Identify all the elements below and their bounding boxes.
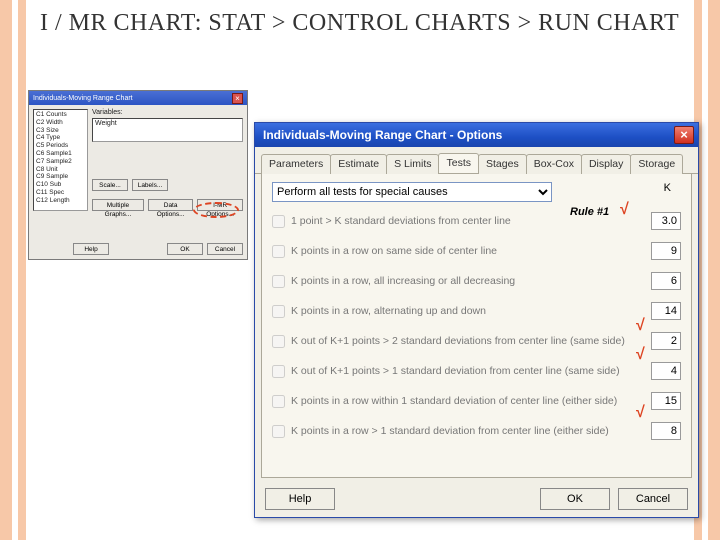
list-item[interactable]: C12 Length <box>36 197 85 205</box>
imr-main-dialog: Individuals-Moving Range Chart × C1 Coun… <box>28 90 248 260</box>
tab-estimate[interactable]: Estimate <box>330 154 387 174</box>
labels-button[interactable]: Labels... <box>132 179 168 191</box>
k-value-input[interactable] <box>651 302 681 320</box>
k-value-input[interactable] <box>651 362 681 380</box>
test-row: K points in a row, alternating up and do… <box>272 302 681 320</box>
decor-stripe <box>0 0 12 540</box>
k-value-input[interactable] <box>651 272 681 290</box>
tab-display[interactable]: Display <box>581 154 631 174</box>
variable-listbox[interactable]: C1 CountsC2 WidthC3 SizeC4 TypeC5 Period… <box>33 109 88 211</box>
test-checkbox[interactable] <box>272 215 285 228</box>
help-button[interactable]: Help <box>265 488 335 510</box>
list-item[interactable]: C6 Sample1 <box>36 150 85 158</box>
k-value-input[interactable] <box>651 392 681 410</box>
test-row: K points in a row, all increasing or all… <box>272 272 681 290</box>
list-item[interactable]: C9 Sample <box>36 173 85 181</box>
k-value-input[interactable] <box>651 332 681 350</box>
tab-parameters[interactable]: Parameters <box>261 154 331 174</box>
close-icon[interactable]: × <box>232 93 243 104</box>
dialog-title: Individuals-Moving Range Chart <box>33 95 133 102</box>
dialog-titlebar: Individuals-Moving Range Chart - Options… <box>255 123 698 147</box>
imr-options-dialog: Individuals-Moving Range Chart - Options… <box>254 122 699 518</box>
multiple-graphs-button[interactable]: Multiple Graphs... <box>92 199 144 211</box>
help-button[interactable]: Help <box>73 243 109 255</box>
list-item[interactable]: C8 Unit <box>36 166 85 174</box>
k-value-input[interactable] <box>651 422 681 440</box>
test-label: K out of K+1 points > 1 standard deviati… <box>291 365 645 377</box>
close-icon[interactable]: × <box>674 126 694 144</box>
check-icon: √ <box>636 346 645 364</box>
cancel-button[interactable]: Cancel <box>207 243 243 255</box>
list-item[interactable]: C10 Sub <box>36 181 85 189</box>
tab-tests[interactable]: Tests <box>438 153 479 173</box>
slide-title: I / MR CHART: STAT > CONTROL CHARTS > RU… <box>40 8 680 38</box>
test-row: K points in a row on same side of center… <box>272 242 681 260</box>
list-item[interactable]: C1 Counts <box>36 111 85 119</box>
list-item[interactable]: C11 Spec <box>36 189 85 197</box>
list-item[interactable]: C4 Type <box>36 134 85 142</box>
ok-button[interactable]: OK <box>540 488 610 510</box>
test-row: K points in a row > 1 standard deviation… <box>272 422 681 440</box>
check-icon: √ <box>636 404 645 422</box>
decor-stripe <box>708 0 720 540</box>
ok-button[interactable]: OK <box>167 243 203 255</box>
test-checkbox[interactable] <box>272 245 285 258</box>
list-item[interactable]: C3 Size <box>36 127 85 135</box>
test-label: K points in a row, alternating up and do… <box>291 305 645 317</box>
test-mode-select[interactable]: Perform all tests for special causes <box>272 182 552 202</box>
check-icon: √ <box>636 317 645 335</box>
test-checkbox[interactable] <box>272 335 285 348</box>
test-row: K out of K+1 points > 2 standard deviati… <box>272 332 681 350</box>
list-item[interactable]: C7 Sample2 <box>36 158 85 166</box>
list-item[interactable]: C5 Periods <box>36 142 85 150</box>
test-label: K out of K+1 points > 2 standard deviati… <box>291 335 645 347</box>
annotation-rule1: Rule #1 <box>570 206 609 218</box>
tab-box-cox[interactable]: Box-Cox <box>526 154 582 174</box>
decor-stripe <box>18 0 26 540</box>
tab-stages[interactable]: Stages <box>478 154 527 174</box>
k-column-header: K <box>664 182 671 194</box>
variables-label: Variables: <box>92 109 243 116</box>
test-checkbox[interactable] <box>272 275 285 288</box>
imr-options-button[interactable]: I-MR Options... <box>197 199 243 211</box>
cancel-button[interactable]: Cancel <box>618 488 688 510</box>
tab-storage[interactable]: Storage <box>630 154 683 174</box>
test-checkbox[interactable] <box>272 395 285 408</box>
k-value-input[interactable] <box>651 212 681 230</box>
tab-strip: ParametersEstimateS LimitsTestsStagesBox… <box>255 147 698 174</box>
test-label: K points in a row, all increasing or all… <box>291 275 645 287</box>
test-label: K points in a row within 1 standard devi… <box>291 395 645 407</box>
test-label: K points in a row > 1 standard deviation… <box>291 425 645 437</box>
k-value-input[interactable] <box>651 242 681 260</box>
test-checkbox[interactable] <box>272 425 285 438</box>
test-checkbox[interactable] <box>272 305 285 318</box>
data-options-button[interactable]: Data Options... <box>148 199 193 211</box>
variables-input[interactable]: Weight <box>92 118 243 142</box>
test-label: K points in a row on same side of center… <box>291 245 645 257</box>
dialog-titlebar: Individuals-Moving Range Chart × <box>29 91 247 105</box>
test-row: K points in a row within 1 standard devi… <box>272 392 681 410</box>
test-row: K out of K+1 points > 1 standard deviati… <box>272 362 681 380</box>
check-icon: √ <box>620 201 629 219</box>
dialog-title: Individuals-Moving Range Chart - Options <box>263 128 502 142</box>
list-item[interactable]: C2 Width <box>36 119 85 127</box>
scale-button[interactable]: Scale... <box>92 179 128 191</box>
test-checkbox[interactable] <box>272 365 285 378</box>
tab-s-limits[interactable]: S Limits <box>386 154 439 174</box>
